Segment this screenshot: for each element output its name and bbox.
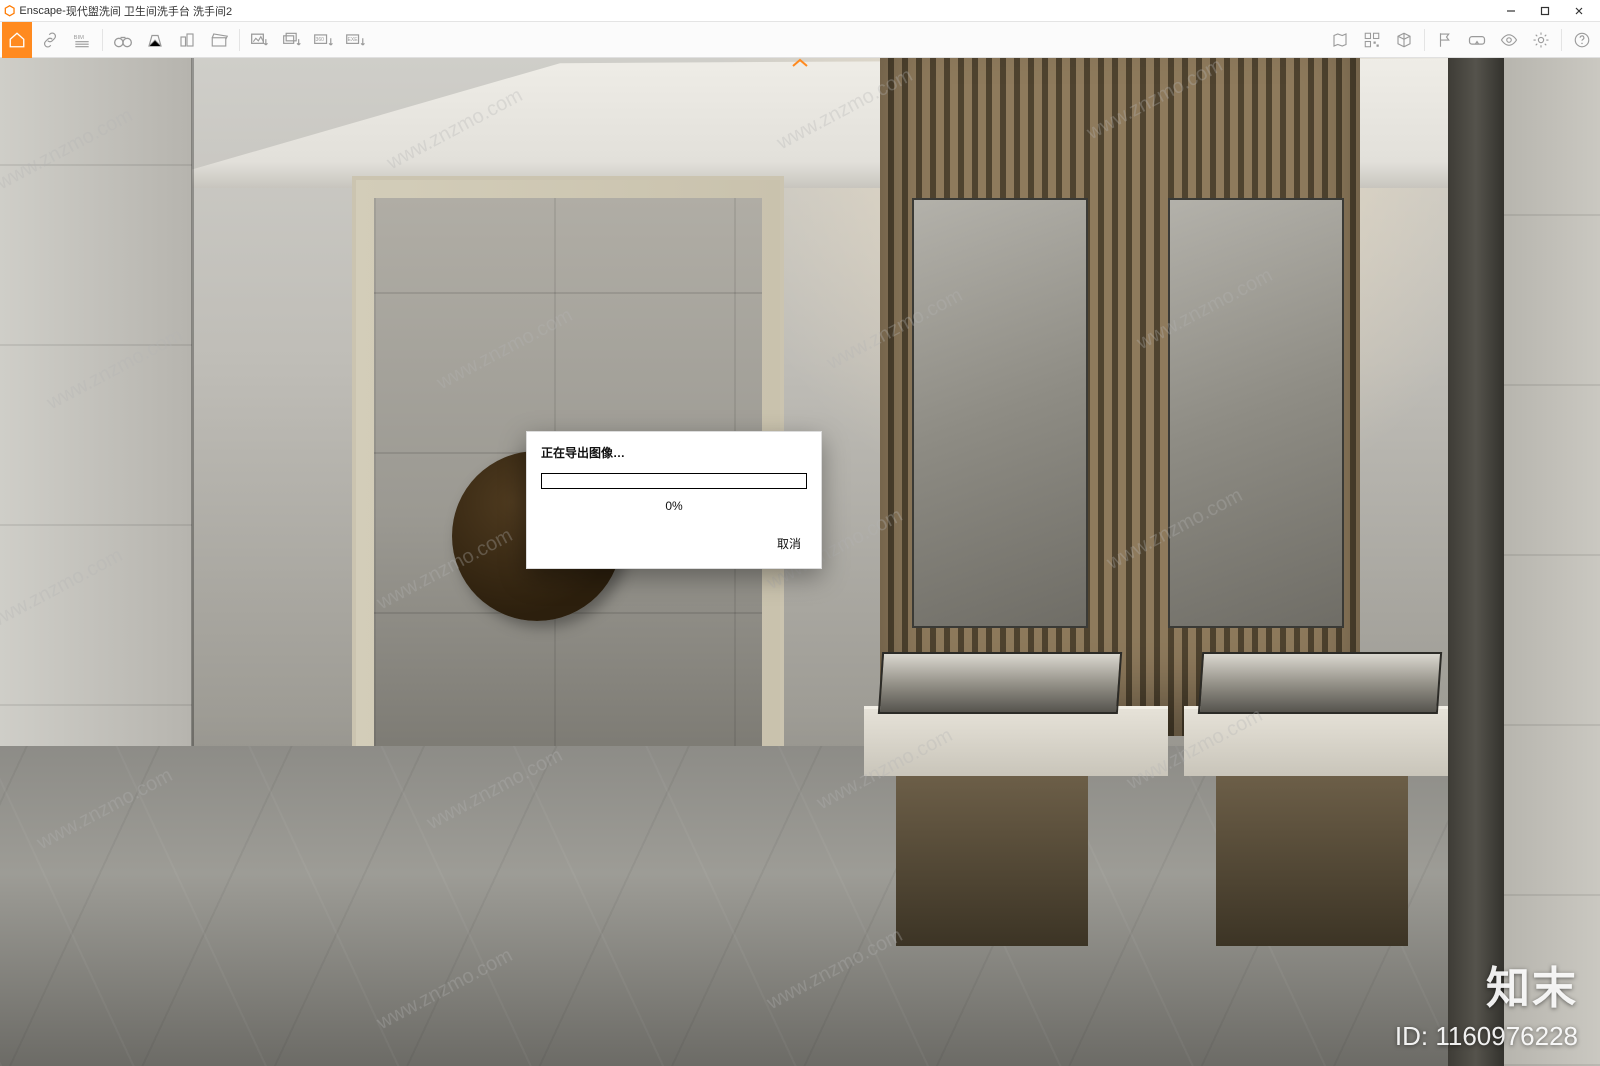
- toolbar-separator: [1561, 29, 1562, 51]
- toolbar-separator: [1424, 29, 1425, 51]
- toolbar-cube-button[interactable]: [1389, 25, 1419, 55]
- toolbar-qr-button[interactable]: [1357, 25, 1387, 55]
- link-icon: [41, 31, 59, 49]
- main-toolbar: BIM 360 EXE: [0, 22, 1600, 58]
- scene-vanity-base: [1216, 766, 1408, 946]
- dialog-progress-bar: [541, 473, 807, 489]
- title-bar: ⬡ Enscape - 现代盥洗间 卫生间洗手台 洗手间2: [0, 0, 1600, 22]
- scene-ceiling: [0, 58, 1600, 188]
- toolbar-export-exe-button[interactable]: EXE: [341, 25, 371, 55]
- app-name: Enscape: [19, 5, 62, 17]
- binoculars-icon: [113, 31, 133, 49]
- scene-wash-basin: [1198, 652, 1442, 714]
- scene-wash-basin: [878, 652, 1122, 714]
- toolbar-export-batch-button[interactable]: [277, 25, 307, 55]
- scene-mirror: [912, 198, 1088, 628]
- toolbar-perspective-button[interactable]: [140, 25, 170, 55]
- svg-text:360: 360: [316, 36, 325, 42]
- close-icon: [1574, 6, 1584, 16]
- qr-icon: [1363, 31, 1381, 49]
- cancel-button[interactable]: 取消: [771, 531, 807, 556]
- toolbar-settings-button[interactable]: [1526, 25, 1556, 55]
- export-progress-dialog: 正在导出图像… 0% 取消: [526, 431, 822, 569]
- toolbar-export-pano-button[interactable]: 360: [309, 25, 339, 55]
- minimize-icon: [1506, 6, 1516, 16]
- dialog-percent-text: 0%: [527, 489, 821, 523]
- scene-wall-right: [1504, 58, 1600, 1066]
- export-exe-icon: EXE: [345, 31, 367, 49]
- cube-icon: [1395, 31, 1413, 49]
- map-icon: [1331, 31, 1349, 49]
- toolbar-separator: [239, 29, 240, 51]
- window-minimize-button[interactable]: [1494, 0, 1528, 22]
- toolbar-map-button[interactable]: [1325, 25, 1355, 55]
- app-logo-icon: ⬡: [4, 4, 15, 17]
- svg-text:EXE: EXE: [348, 36, 359, 42]
- toolbar-binoculars-button[interactable]: [108, 25, 138, 55]
- export-batch-icon: [282, 31, 302, 49]
- toolbar-home-button[interactable]: [2, 22, 32, 58]
- gear-icon: [1532, 31, 1550, 49]
- toolbar-vr-button[interactable]: [1462, 25, 1492, 55]
- dialog-actions: 取消: [527, 523, 821, 568]
- render-viewport[interactable]: www.znzmo.com www.znzmo.com www.znzmo.co…: [0, 58, 1600, 1066]
- expand-toolbar-icon[interactable]: [791, 58, 809, 68]
- home-icon: [8, 31, 26, 49]
- buildings-icon: [178, 31, 196, 49]
- scene-mirror: [1168, 198, 1344, 628]
- scene-vanity-base: [896, 766, 1088, 946]
- flag-icon: [1436, 31, 1454, 49]
- toolbar-help-button[interactable]: [1567, 25, 1597, 55]
- toolbar-views-button[interactable]: [1430, 25, 1460, 55]
- scene-column: [1448, 58, 1504, 1066]
- watermark-id: ID: 1160976228: [1395, 1021, 1578, 1052]
- export-pano-icon: 360: [313, 31, 335, 49]
- maximize-icon: [1540, 6, 1550, 16]
- export-image-icon: [250, 31, 270, 49]
- toolbar-bim-button[interactable]: BIM: [67, 25, 97, 55]
- toolbar-video-button[interactable]: [204, 25, 234, 55]
- vr-headset-icon: [1467, 31, 1487, 49]
- eye-icon: [1500, 31, 1518, 49]
- toolbar-assets-button[interactable]: [172, 25, 202, 55]
- toolbar-export-image-button[interactable]: [245, 25, 275, 55]
- window-close-button[interactable]: [1562, 0, 1596, 22]
- watermark-brand: 知末: [1486, 952, 1578, 1016]
- window-maximize-button[interactable]: [1528, 0, 1562, 22]
- toolbar-visual-settings-button[interactable]: [1494, 25, 1524, 55]
- bim-info-icon: BIM: [72, 31, 92, 49]
- toolbar-link-button[interactable]: [35, 25, 65, 55]
- dialog-title: 正在导出图像…: [527, 432, 821, 469]
- perspective-icon: [146, 31, 164, 49]
- svg-text:BIM: BIM: [74, 35, 85, 41]
- toolbar-separator: [102, 29, 103, 51]
- document-title: 现代盥洗间 卫生间洗手台 洗手间2: [66, 3, 232, 19]
- help-icon: [1573, 31, 1591, 49]
- clapper-icon: [210, 31, 228, 49]
- scene-countertop: [1184, 706, 1456, 776]
- scene-countertop: [864, 706, 1168, 776]
